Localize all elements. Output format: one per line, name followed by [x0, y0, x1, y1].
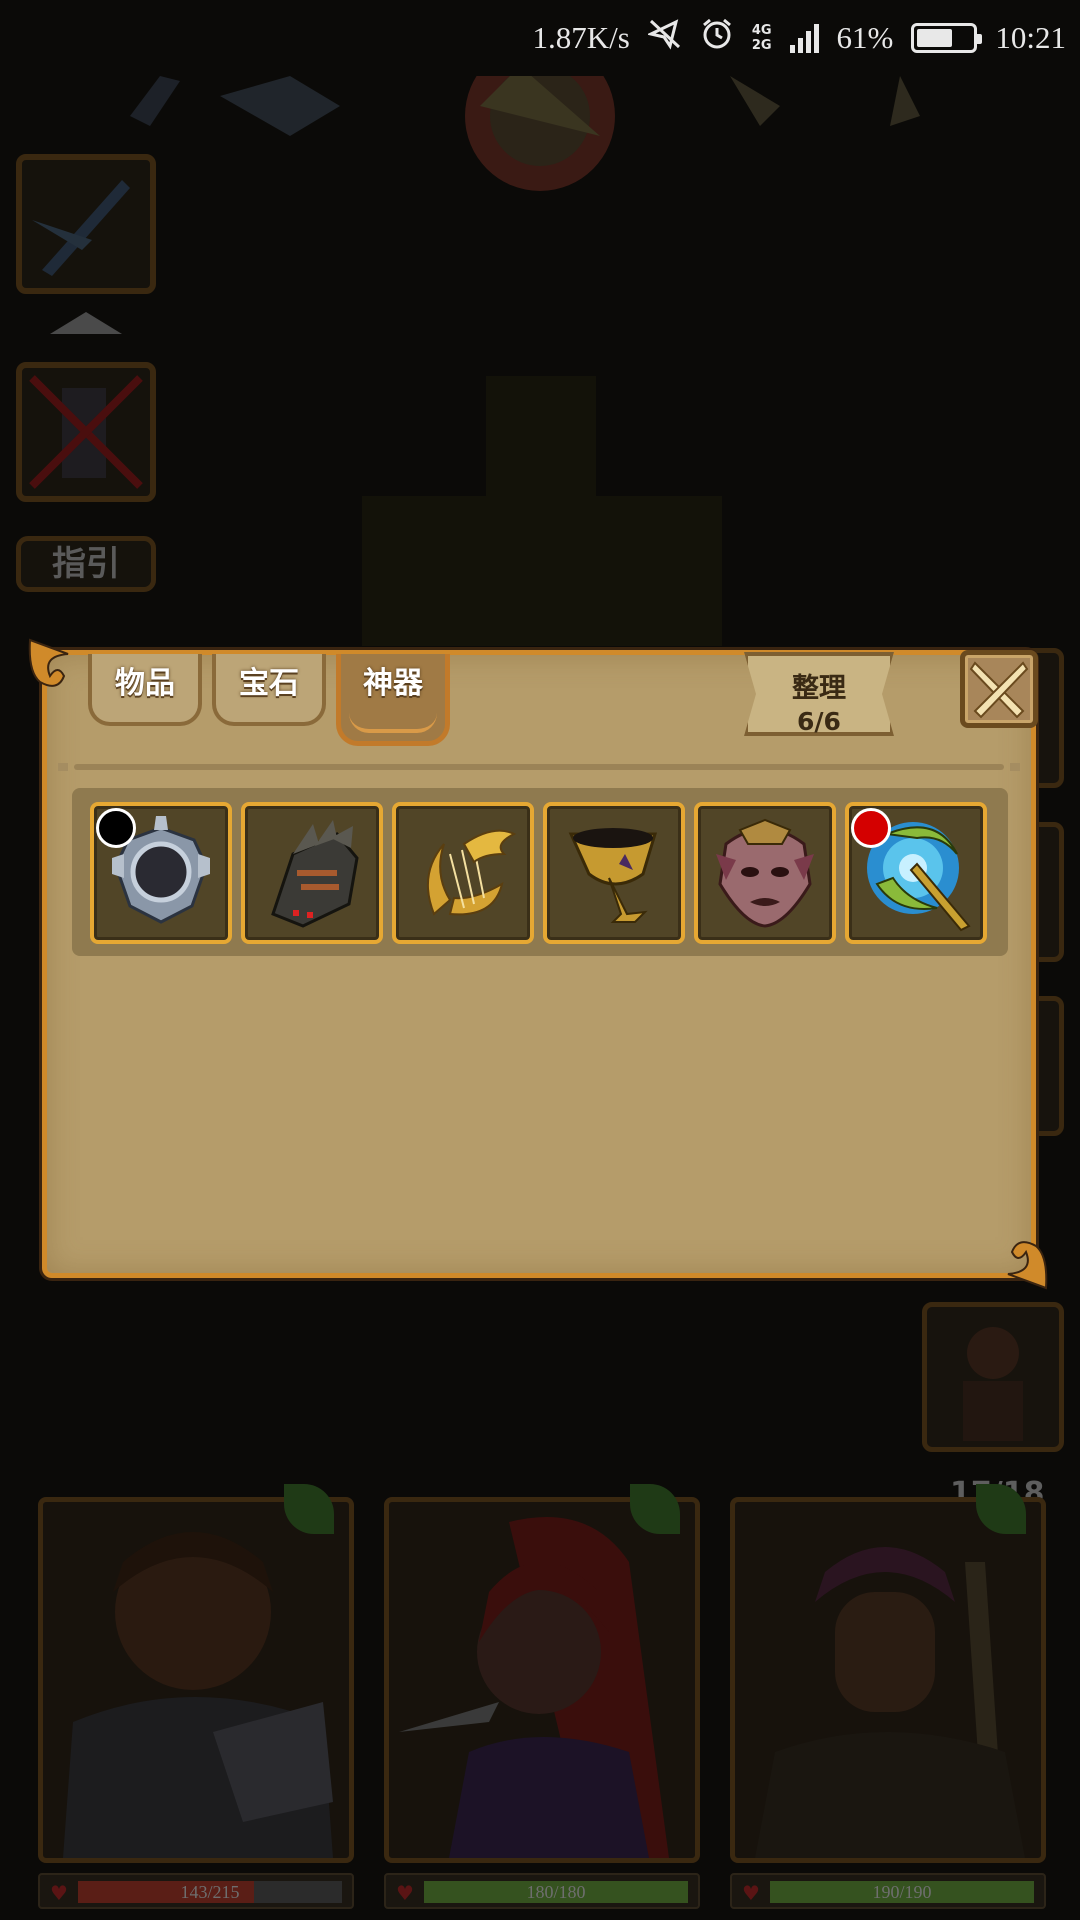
sort-count: 6/6: [797, 707, 841, 736]
artifact-slot-2[interactable]: [241, 802, 383, 944]
mute-icon: [646, 18, 682, 58]
sort-label: 整理: [792, 673, 846, 704]
demon-mask-icon: [716, 818, 814, 928]
hero-card-rogue[interactable]: [384, 1497, 700, 1863]
collapse-arrow-icon[interactable]: [50, 312, 122, 334]
corner-ornament-icon: [1002, 1232, 1048, 1292]
signal-icon: [789, 23, 819, 53]
artifact-slot-5[interactable]: [694, 802, 836, 944]
battery-percent: 61%: [836, 20, 894, 55]
dungeon-room: [362, 496, 722, 646]
tab-gems[interactable]: 宝石: [212, 654, 326, 726]
deck-slot[interactable]: [922, 1302, 1064, 1452]
close-x-icon: [969, 661, 1029, 719]
alarm-icon: [700, 17, 734, 59]
dungeon-corridor: [486, 376, 596, 506]
heart-icon: ♥: [396, 1881, 414, 1905]
new-badge: [96, 808, 136, 848]
artifact-slot-6[interactable]: [845, 802, 987, 944]
status-bar: 1.87K/s 4G 2G 61% 10:21: [0, 0, 1080, 76]
battery-icon: [911, 23, 983, 53]
network-type: 4G 2G: [751, 23, 772, 53]
tab-items[interactable]: 物品: [88, 654, 202, 726]
artifact-slot-1[interactable]: [90, 802, 232, 944]
corner-ornament-icon: [28, 636, 74, 696]
heart-icon: ♥: [50, 1881, 68, 1905]
sort-button[interactable]: 整理 6/6: [744, 652, 894, 736]
disabled-companion-slot[interactable]: [16, 362, 156, 502]
new-badge: [851, 808, 891, 848]
heart-icon: ♥: [742, 1881, 760, 1905]
golden-lyre-icon: [427, 829, 517, 916]
top-relics-strip: [130, 76, 920, 191]
hero-hp-text: 180/180: [526, 1882, 586, 1902]
equipped-weapon-slot[interactable]: [16, 154, 156, 294]
guide-button[interactable]: 指引: [16, 536, 156, 592]
net-speed: 1.87K/s: [532, 20, 630, 55]
inventory-panel: [42, 650, 1036, 1278]
artifact-slot-3[interactable]: [392, 802, 534, 944]
clock: 10:21: [995, 20, 1066, 55]
dark-gauntlet-icon: [271, 820, 359, 928]
close-button[interactable]: [960, 650, 1038, 728]
golden-chalice-icon: [568, 828, 658, 923]
hero-hp-text: 143/215: [180, 1882, 240, 1902]
tab-artifacts[interactable]: 神器: [336, 654, 450, 746]
hero-hp-bar-1: ♥ 143/215: [38, 1873, 354, 1909]
artifact-slot-4[interactable]: [543, 802, 685, 944]
hero-hp-bar-2: ♥ 180/180: [384, 1873, 700, 1909]
panel-divider: [58, 763, 1020, 771]
hero-hp-text: 190/190: [872, 1882, 932, 1902]
hero-card-mystic[interactable]: [730, 1497, 1046, 1863]
hero-card-warrior[interactable]: [38, 1497, 354, 1863]
hero-hp-bar-3: ♥ 190/190: [730, 1873, 1046, 1909]
